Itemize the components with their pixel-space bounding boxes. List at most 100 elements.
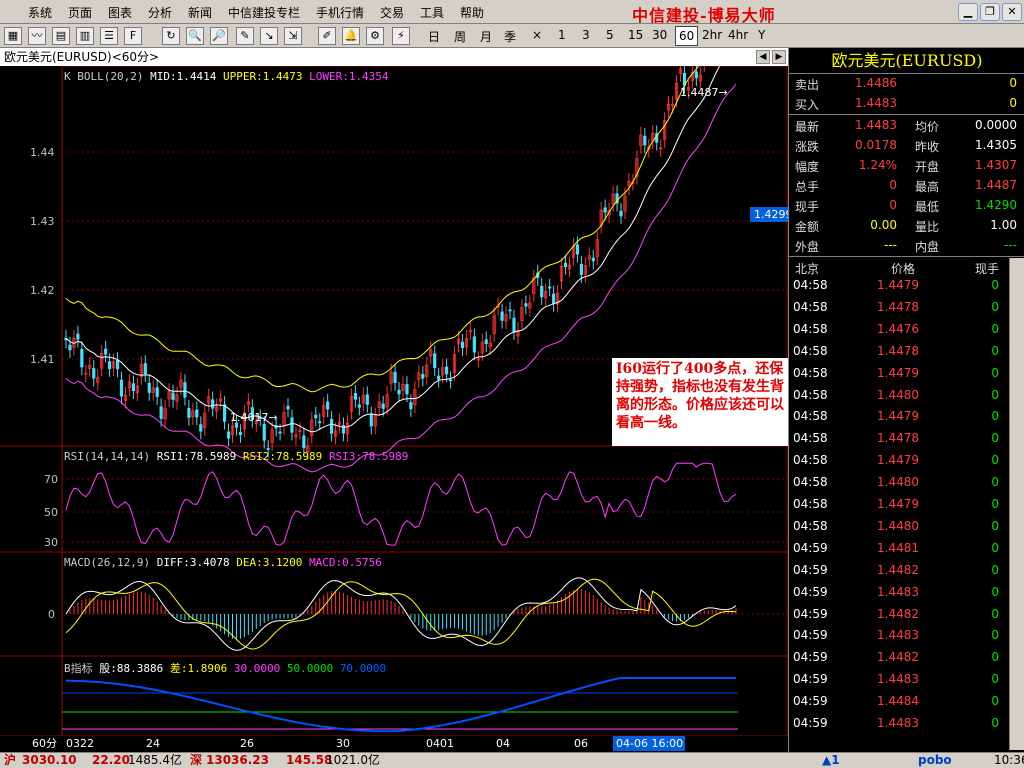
tick-vol: 0 [991, 278, 999, 292]
period-3[interactable]: 3 [582, 28, 590, 42]
scroll-left-icon[interactable]: ◀ [756, 50, 770, 64]
candle-body [92, 368, 96, 379]
tick-scrollbar[interactable] [1009, 258, 1024, 750]
menu-analysis[interactable]: 分析 [148, 4, 172, 21]
menu-tools[interactable]: 工具 [420, 4, 444, 21]
draw-icon[interactable]: ✎ [236, 27, 254, 45]
tick-time: 04:59 [793, 606, 828, 621]
scroll-right-icon[interactable]: ▶ [772, 50, 786, 64]
tick-vol: 0 [991, 540, 999, 555]
period-quarter[interactable]: 季 [504, 28, 516, 45]
alert-indicator[interactable]: ▲1 [822, 753, 840, 768]
price-tick: 1.42 [30, 284, 55, 297]
rsi-tick: 50 [44, 506, 58, 519]
arrow-icon[interactable]: ↘ [260, 27, 278, 45]
close-button[interactable]: ✕ [1002, 3, 1022, 21]
menu-system[interactable]: 系统 [28, 4, 52, 21]
period-4hr[interactable]: 4hr [728, 28, 748, 42]
f10-icon[interactable]: F [124, 27, 142, 45]
candle-body [421, 374, 425, 379]
line-chart-icon[interactable]: 〰 [28, 27, 46, 45]
chart-icon[interactable]: ▦ [4, 27, 22, 45]
time-tick: 06 [574, 737, 588, 750]
tick-row: 04:59 1.4482 0 [789, 607, 1009, 629]
period-day[interactable]: 日 [428, 28, 440, 45]
candle-body [448, 379, 453, 381]
period-month[interactable]: 月 [480, 28, 492, 45]
quote-label: 幅度 [795, 160, 820, 174]
tick-vol: 0 [991, 650, 999, 665]
period-1[interactable]: 1 [558, 28, 566, 42]
status-bar: 沪 3030.10 22.20 1485.4亿 深 13036.23 145.5… [0, 752, 1024, 768]
tick-row: 04:58 1.4478 0 [789, 431, 1009, 453]
table-icon[interactable]: ▥ [76, 27, 94, 45]
tick-price: 1.4480 [877, 475, 919, 490]
menu-page[interactable]: 页面 [68, 4, 92, 21]
tick-price: 1.4483 [877, 716, 919, 730]
period-30[interactable]: 30 [652, 28, 667, 42]
tick-time: 04:58 [793, 365, 828, 380]
tick-time: 04:58 [793, 518, 828, 533]
menu-column[interactable]: 中信建投专栏 [228, 4, 300, 21]
candle-body [579, 263, 583, 275]
menu-trade[interactable]: 交易 [380, 4, 404, 21]
period-y[interactable]: Y [758, 28, 765, 42]
tick-price: 1.4479 [877, 278, 919, 292]
zoom-out-icon[interactable]: 🔎 [210, 27, 228, 45]
price-tick: 1.41 [30, 353, 55, 366]
period-week[interactable]: 周 [454, 28, 466, 45]
alarm-icon[interactable]: 🔔 [342, 27, 360, 45]
tick-time: 04:58 [793, 299, 828, 314]
sz-label: 深 [190, 753, 203, 767]
list-icon[interactable]: ☰ [100, 27, 118, 45]
b-header: B指标 股:88.3886 差:1.8906 30.0000 50.0000 7… [64, 660, 386, 676]
period-x[interactable]: × [532, 28, 542, 42]
sh-change: 22.20 [92, 753, 130, 767]
candle-body [226, 431, 231, 439]
candle-body [472, 336, 476, 353]
period-label: 60分 [32, 737, 57, 750]
candle-body [330, 418, 334, 434]
candle-body [405, 384, 409, 395]
period-5[interactable]: 5 [606, 28, 614, 42]
restore-button[interactable]: ❐ [980, 3, 1000, 21]
quote-row: 总手 0 最高 1.4487 [789, 176, 1024, 196]
settings-icon[interactable]: ⚙ [366, 27, 384, 45]
tick-price: 1.4478 [877, 431, 919, 446]
tick-row: 04:59 1.4483 0 [789, 628, 1009, 650]
period-15[interactable]: 15 [628, 28, 643, 42]
candle-body [318, 421, 322, 424]
annotation-note: I60运行了400多点，还保持强势，指标也没有发生背离的形态。价格应该还可以看高… [612, 358, 788, 446]
minimize-button[interactable]: ▁ [958, 3, 978, 21]
grid-icon[interactable]: ▤ [52, 27, 70, 45]
tick-time: 04:58 [793, 321, 828, 336]
period-60[interactable]: 60 [675, 26, 699, 46]
pen-icon[interactable]: ✐ [318, 27, 336, 45]
tick-vol: 0 [991, 409, 999, 424]
tick-row: 04:58 1.4479 0 [789, 409, 1009, 431]
macd-header: MACD(26,12,9) DIFF:3.4078 DEA:3.1200 MAC… [64, 556, 382, 569]
candle-body [171, 392, 175, 400]
zoom-in-icon[interactable]: 🔍 [186, 27, 204, 45]
lightning-icon[interactable]: ⚡ [392, 27, 410, 45]
period-2hr[interactable]: 2hr [702, 28, 722, 42]
tick-row: 04:59 1.4482 0 [789, 650, 1009, 672]
refresh-icon[interactable]: ↻ [162, 27, 180, 45]
price-tick: 1.44 [30, 146, 55, 159]
menu-mobile-quotes[interactable]: 手机行情 [316, 4, 364, 21]
menu-help[interactable]: 帮助 [460, 4, 484, 21]
candle-body [397, 389, 401, 395]
tick-vol: 0 [991, 518, 999, 533]
rsi2: RSI2:78.5989 [242, 450, 323, 463]
tick-row: 04:58 1.4478 0 [789, 344, 1009, 366]
boll-lower: LOWER:1.4354 [309, 70, 389, 83]
tick-vol: 0 [991, 672, 999, 687]
candle-body [484, 339, 488, 345]
candle-body [119, 379, 124, 397]
menu-chart[interactable]: 图表 [108, 4, 132, 21]
menu-news[interactable]: 新闻 [188, 4, 212, 21]
export-icon[interactable]: ⇲ [284, 27, 302, 45]
candle-body [381, 403, 385, 409]
quote-value: 1.4487 [975, 178, 1017, 192]
candle-body [357, 404, 361, 408]
